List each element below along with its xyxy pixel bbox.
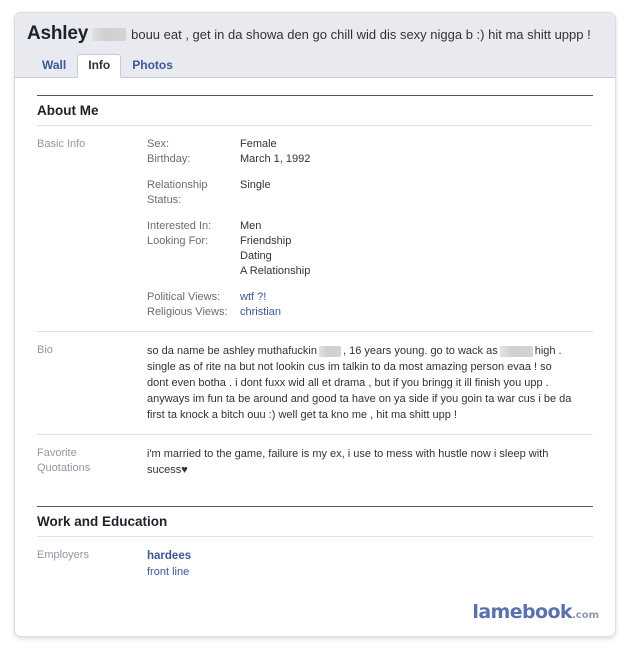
watermark-tld: .com xyxy=(571,610,599,621)
kv-sex: Sex: Female xyxy=(147,137,593,152)
employer-position-link[interactable]: front line xyxy=(147,564,593,580)
status-update-text: bouu eat , get in da showa den go chill … xyxy=(131,27,591,42)
kv-religious-views: Religious Views: christian xyxy=(147,305,593,320)
bio-part-2: , 16 years young. go to wack as xyxy=(343,345,498,357)
profile-card: Ashley bouu eat , get in da showa den go … xyxy=(14,12,616,637)
profile-body: About Me Basic Info Sex: Female Birthday… xyxy=(15,95,615,591)
looking-for-item-dating: Dating xyxy=(240,250,272,262)
redacted-bio-block-1 xyxy=(319,345,341,357)
kv-key-religious-views: Religious Views: xyxy=(147,306,228,318)
kv-value-political-views[interactable]: wtf ?! xyxy=(240,290,593,305)
row-label-favorite-quotations: Favorite Quotations xyxy=(37,446,147,478)
row-bio: Bio so da name be ashley muthafuckin , 16… xyxy=(37,331,593,434)
kv-key-relationship-status: Relationship Status: xyxy=(147,179,208,206)
kv-group-relationship-status: Relationship Status: Single xyxy=(147,178,593,208)
kv-value-sex: Female xyxy=(240,138,277,150)
looking-for-item-friendship: Friendship xyxy=(240,235,292,247)
kv-key-looking-for: Looking For: xyxy=(147,235,209,247)
profile-header: Ashley bouu eat , get in da showa den go … xyxy=(15,13,615,78)
kv-value-looking-for: Friendship Dating A Relationship xyxy=(240,234,593,279)
quote-body: i'm married to the game, failure is my e… xyxy=(147,448,549,476)
section-header-work-and-education: Work and Education xyxy=(37,506,593,536)
kv-key-birthday: Birthday: xyxy=(147,153,191,165)
row-label-employers: Employers xyxy=(37,549,89,561)
looking-for-item-relationship: A Relationship xyxy=(240,265,311,277)
kv-group-sex-birthday: Sex: Female Birthday: March 1, 1992 xyxy=(147,137,593,167)
heart-icon: ♥ xyxy=(181,464,188,476)
tab-photos[interactable]: Photos xyxy=(121,54,184,77)
kv-value-birthday: March 1, 1992 xyxy=(240,153,311,165)
row-content-bio: so da name be ashley muthafuckin , 16 yea… xyxy=(147,343,593,423)
page-background: Ashley bouu eat , get in da showa den go … xyxy=(0,0,630,651)
redacted-bio-block-2 xyxy=(499,345,533,357)
watermark-brand: lamebook xyxy=(472,601,572,623)
kv-value-interested-in: Men xyxy=(240,220,262,232)
bio-part-1: so da name be ashley muthafuckin xyxy=(147,345,317,357)
kv-key-interested-in: Interested In: xyxy=(147,220,212,232)
kv-group-views: Political Views: wtf ?! Religious Views:… xyxy=(147,290,593,320)
kv-key-sex: Sex: xyxy=(147,138,170,150)
lamebook-watermark: lamebook.com xyxy=(472,601,599,623)
kv-group-interests: Interested In: Men Looking For: Friendsh… xyxy=(147,219,593,279)
tab-wall[interactable]: Wall xyxy=(31,54,77,77)
tab-info[interactable]: Info xyxy=(77,54,122,78)
redacted-lastname-block xyxy=(92,28,127,42)
kv-looking-for: Looking For: Friendship Dating A Relatio… xyxy=(147,234,593,279)
kv-relationship-status: Relationship Status: Single xyxy=(147,178,593,208)
row-label-bio: Bio xyxy=(37,344,53,356)
kv-value-relationship-status: Single xyxy=(240,179,271,191)
bio-text: so da name be ashley muthafuckin , 16 yea… xyxy=(147,343,572,423)
row-content-favorite-quotations: i'm married to the game, failure is my e… xyxy=(147,446,593,478)
row-content-employers: hardees front line xyxy=(147,548,593,580)
section-title-work-and-education: Work and Education xyxy=(37,514,168,529)
kv-political-views: Political Views: wtf ?! xyxy=(147,290,593,305)
kv-key-political-views: Political Views: xyxy=(147,291,221,303)
row-label-favorite-quotations-line2: Quotations xyxy=(37,462,91,474)
row-employers: Employers hardees front line xyxy=(37,536,593,591)
kv-interested-in: Interested In: Men xyxy=(147,219,593,234)
row-favorite-quotations: Favorite Quotations i'm married to the g… xyxy=(37,434,593,489)
row-label-favorite-quotations-line1: Favorite xyxy=(37,447,77,459)
row-basic-info: Basic Info Sex: Female Birthday: March 1… xyxy=(37,125,593,331)
row-label-basic-info: Basic Info xyxy=(37,138,86,150)
profile-tab-bar: Wall Info Photos xyxy=(27,54,603,78)
section-title-about-me: About Me xyxy=(37,103,99,118)
profile-name[interactable]: Ashley xyxy=(27,25,88,44)
favorite-quotations-text: i'm married to the game, failure is my e… xyxy=(147,446,567,478)
profile-status-line: Ashley bouu eat , get in da showa den go … xyxy=(27,25,603,54)
row-content-basic-info: Sex: Female Birthday: March 1, 1992 Rela… xyxy=(147,137,593,320)
employer-name-link[interactable]: hardees xyxy=(147,548,593,564)
kv-value-religious-views[interactable]: christian xyxy=(240,305,593,320)
section-header-about-me: About Me xyxy=(37,95,593,125)
kv-birthday: Birthday: March 1, 1992 xyxy=(147,152,593,167)
